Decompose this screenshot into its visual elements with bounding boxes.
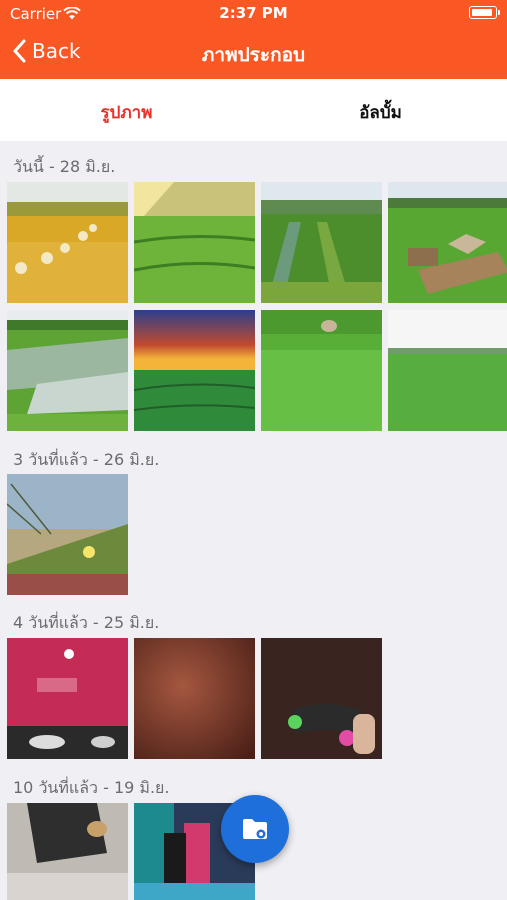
photo-thumbnail[interactable]	[134, 310, 255, 431]
clock: 2:37 PM	[219, 4, 288, 22]
section-title: วันนี้ - 28 มิ.ย.	[13, 157, 116, 176]
photo-thumbnail[interactable]	[261, 638, 382, 759]
photo-thumbnail[interactable]	[7, 638, 128, 759]
photo-thumbnail[interactable]	[134, 182, 255, 303]
folder-icon	[243, 819, 267, 839]
photo-thumbnail[interactable]	[134, 638, 255, 759]
navigation-bar: Back ภาพประกอบ	[0, 28, 507, 79]
photo-thumbnail[interactable]	[261, 310, 382, 431]
tab-photos[interactable]: รูปภาพ	[0, 99, 253, 126]
status-bar: Carrier 2:37 PM	[0, 0, 507, 28]
photo-thumbnail[interactable]	[7, 474, 128, 595]
photo-thumbnail[interactable]	[388, 182, 507, 303]
folder-action-button[interactable]	[221, 795, 289, 863]
tab-albums[interactable]: อัลบั้ม	[254, 99, 507, 126]
photo-thumbnail[interactable]	[7, 310, 128, 431]
section-title: 4 วันที่แล้ว - 25 มิ.ย.	[13, 613, 160, 632]
tab-bar: รูปภาพ อัลบั้ม	[0, 79, 507, 141]
photo-thumbnail[interactable]	[7, 803, 128, 900]
page-title: ภาพประกอบ	[201, 44, 306, 66]
section-title: 10 วันที่แล้ว - 19 มิ.ย.	[13, 778, 170, 797]
section-title: 3 วันที่แล้ว - 26 มิ.ย.	[13, 450, 160, 469]
photo-thumbnail[interactable]	[261, 182, 382, 303]
battery-icon	[469, 6, 500, 19]
photo-thumbnail[interactable]	[7, 182, 128, 303]
photo-thumbnail[interactable]	[388, 310, 507, 431]
